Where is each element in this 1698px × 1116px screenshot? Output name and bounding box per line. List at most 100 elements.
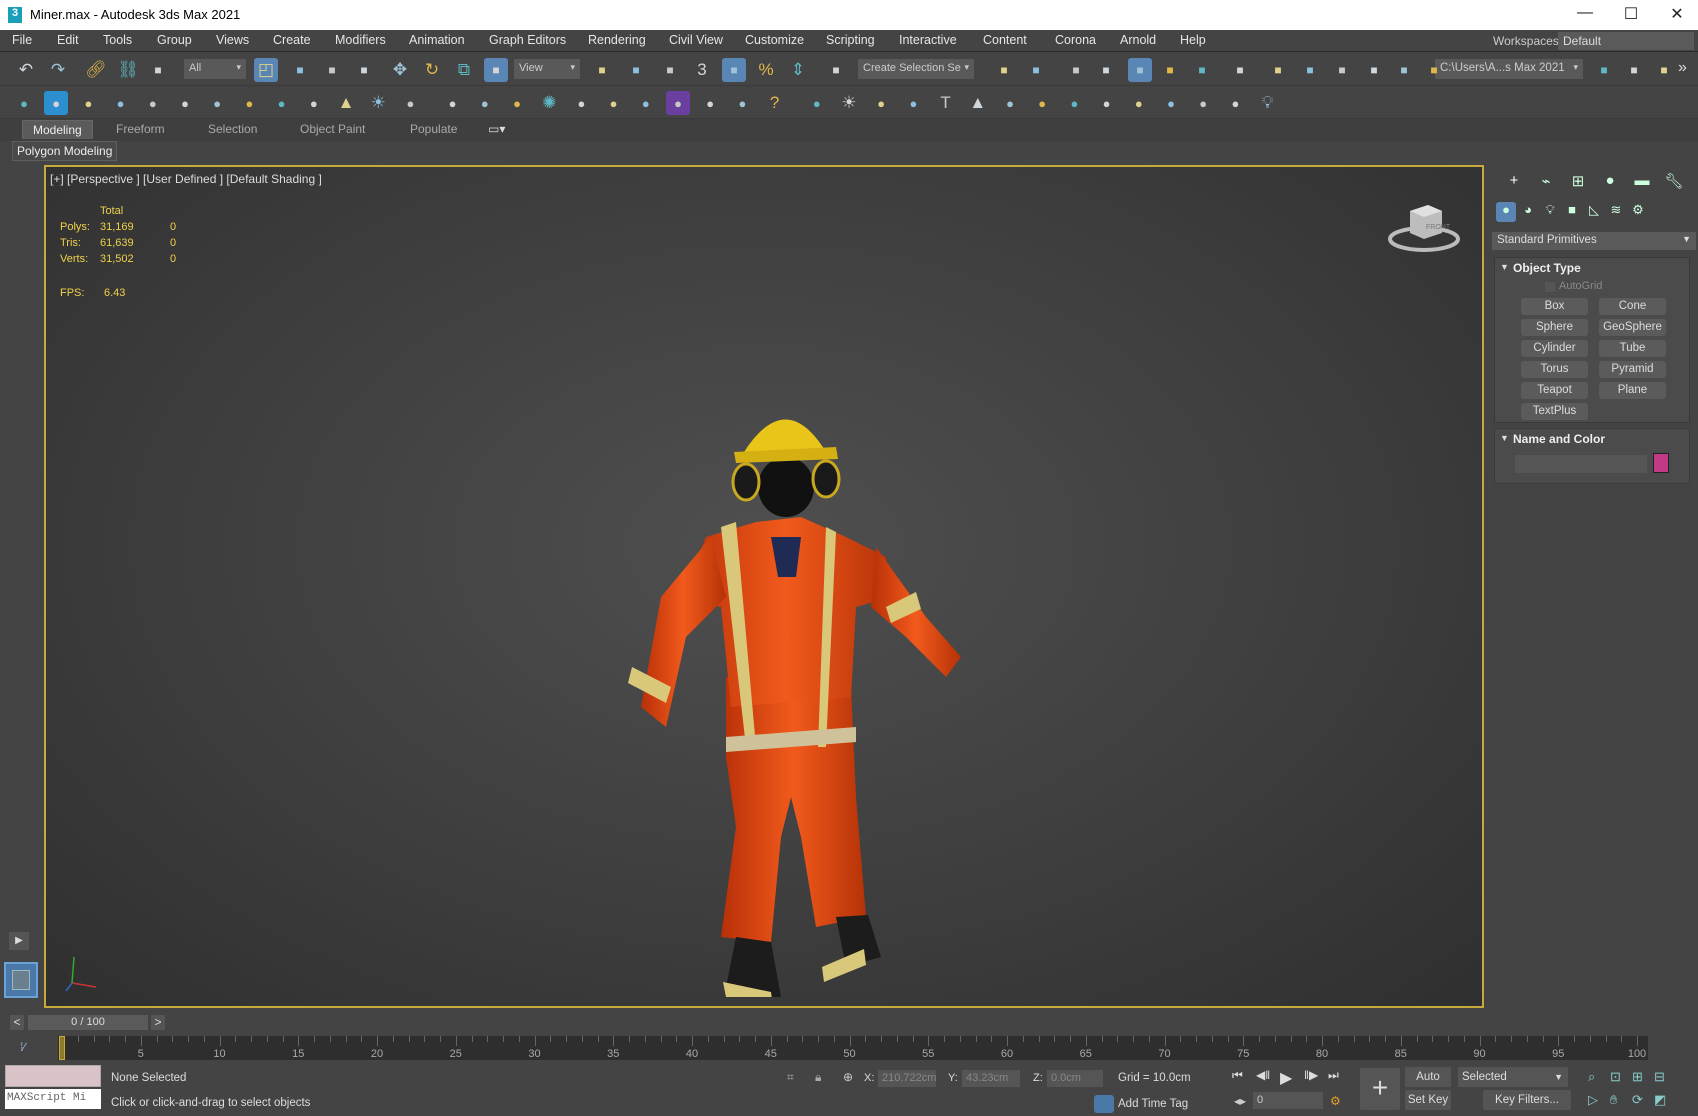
- ribbon-panel-polygon-modeling[interactable]: Polygon Modeling: [12, 141, 118, 161]
- menu-graph-editors[interactable]: Graph Editors: [489, 33, 566, 47]
- y-coordinate-field[interactable]: 43.23cm: [962, 1070, 1020, 1087]
- snaps-toggle-icon[interactable]: 3: [690, 58, 714, 82]
- time-slider-thumb[interactable]: 0 / 100: [28, 1015, 148, 1030]
- ribbon-toggle-icon[interactable]: ■: [1128, 58, 1152, 82]
- perspective-viewport[interactable]: [+] [Perspective ] [User Defined ] [Defa…: [44, 165, 1484, 1008]
- menu-arnold[interactable]: Arnold: [1120, 33, 1156, 47]
- menu-customize[interactable]: Customize: [745, 33, 804, 47]
- camera-icon[interactable]: ●: [869, 91, 893, 115]
- text-icon[interactable]: T: [934, 91, 958, 115]
- curve-editor-icon[interactable]: ■: [1158, 58, 1182, 82]
- scatter-icon[interactable]: ●: [441, 91, 465, 115]
- selection-lock-icon[interactable]: 🔒︎: [815, 1070, 821, 1085]
- tab-populate[interactable]: Populate: [410, 122, 457, 136]
- key-mode-dropdown[interactable]: Selected ▼: [1458, 1067, 1568, 1087]
- help-icon[interactable]: ?: [763, 91, 787, 115]
- create-torus-button[interactable]: Torus: [1521, 361, 1588, 378]
- zoom-icon[interactable]: ⌕: [1588, 1069, 1595, 1085]
- current-frame-field[interactable]: 0: [1253, 1092, 1323, 1109]
- ribbon-options-button[interactable]: ▭▾: [488, 122, 505, 136]
- time-tag-icon[interactable]: [1094, 1095, 1114, 1113]
- dome-icon[interactable]: ●: [270, 91, 294, 115]
- frame-icon[interactable]: ●: [1127, 91, 1151, 115]
- lamp-icon[interactable]: ●: [998, 91, 1022, 115]
- manipulate-icon[interactable]: ■: [658, 58, 682, 82]
- lights-icon[interactable]: 💡︎: [1540, 202, 1560, 222]
- set-key-button[interactable]: Set Key: [1405, 1090, 1451, 1110]
- render-icon[interactable]: ●: [1062, 91, 1086, 115]
- tab-modeling[interactable]: Modeling: [22, 120, 93, 139]
- move-icon[interactable]: ✥: [388, 58, 412, 82]
- rendered-frame-window-icon[interactable]: ■: [1298, 58, 1322, 82]
- tab-selection[interactable]: Selection: [208, 122, 257, 136]
- bind-spacewarp-icon[interactable]: ■: [146, 58, 170, 82]
- sphere-icon[interactable]: ●: [237, 91, 261, 115]
- create-pyramid-button[interactable]: Pyramid: [1599, 361, 1666, 378]
- shapes-icon[interactable]: ◕: [1518, 202, 1538, 222]
- maximize-viewport-icon[interactable]: ◩: [1654, 1092, 1666, 1108]
- menu-rendering[interactable]: Rendering: [588, 33, 646, 47]
- time-config-icon[interactable]: ⚙: [1330, 1094, 1341, 1108]
- mirror-tool-icon[interactable]: ■: [992, 58, 1016, 82]
- menu-corona[interactable]: Corona: [1055, 33, 1096, 47]
- maxscript-listener-output[interactable]: [5, 1065, 101, 1087]
- material-sphere-icon[interactable]: ●: [602, 91, 626, 115]
- schematic-view-icon[interactable]: ■: [1190, 58, 1214, 82]
- playback-go-to-end-icon[interactable]: ⏭: [1328, 1068, 1339, 1083]
- palette-icon[interactable]: ●: [666, 91, 690, 115]
- atoms-icon[interactable]: ●: [473, 91, 497, 115]
- spinner-snap-icon[interactable]: ⇕: [786, 58, 810, 82]
- tree-icon[interactable]: ●: [901, 91, 925, 115]
- scene-explorer-icon[interactable]: ■: [1064, 58, 1088, 82]
- link-icon[interactable]: 🔗︎: [84, 58, 108, 82]
- zoom-all-icon[interactable]: ⊡: [1610, 1069, 1621, 1085]
- menu-civil-view[interactable]: Civil View: [669, 33, 723, 47]
- arnold-light-icon[interactable]: ●: [805, 91, 829, 115]
- collapse-arrow-icon[interactable]: ▼: [1500, 433, 1509, 443]
- collapse-arrow-icon[interactable]: ▼: [1500, 262, 1509, 272]
- absolute-mode-icon[interactable]: ⊕: [843, 1070, 853, 1084]
- window-icon[interactable]: ●: [1191, 91, 1215, 115]
- menu-help[interactable]: Help: [1180, 33, 1206, 47]
- menu-interactive[interactable]: Interactive: [899, 33, 957, 47]
- corona-vfb-icon[interactable]: ●: [76, 91, 100, 115]
- pan-icon[interactable]: ✋︎: [1610, 1092, 1617, 1108]
- z-coordinate-field[interactable]: 0.0cm: [1047, 1070, 1103, 1087]
- auto-key-button[interactable]: Auto Key: [1405, 1067, 1451, 1103]
- redo-icon[interactable]: ↷: [46, 58, 70, 82]
- menu-create[interactable]: Create: [273, 33, 311, 47]
- corona-camera-icon[interactable]: ●: [141, 91, 165, 115]
- material-editor-icon[interactable]: ■: [1228, 58, 1252, 82]
- align-icon[interactable]: ■: [1024, 58, 1048, 82]
- zoom-extents-all-icon[interactable]: ⊟: [1654, 1069, 1665, 1085]
- render-grid-icon[interactable]: ■: [1422, 58, 1446, 82]
- zoom-extents-icon[interactable]: ⊞: [1632, 1069, 1643, 1085]
- named-selection-dropdown[interactable]: Create Selection Se: [858, 59, 974, 79]
- undo-icon[interactable]: ↶: [14, 58, 38, 82]
- motion-tab[interactable]: ●: [1598, 172, 1622, 192]
- prev-frame-button[interactable]: <: [10, 1015, 24, 1030]
- gear-icon[interactable]: ✺: [537, 91, 561, 115]
- object-category-dropdown[interactable]: Standard Primitives ▼: [1492, 232, 1696, 250]
- maximize-button[interactable]: ☐: [1616, 4, 1646, 26]
- render-setup-icon[interactable]: ■: [1266, 58, 1290, 82]
- sun-icon[interactable]: ☀: [366, 91, 390, 115]
- cameras-icon[interactable]: ■: [1562, 202, 1582, 222]
- isolate-selection-icon[interactable]: ⌗: [787, 1070, 794, 1085]
- bowl-icon[interactable]: ●: [302, 91, 326, 115]
- viewcube[interactable]: FRONT: [1386, 197, 1466, 257]
- sun-light-icon[interactable]: ☀: [837, 91, 861, 115]
- multimap-icon[interactable]: ●: [634, 91, 658, 115]
- create-cylinder-button[interactable]: Cylinder: [1521, 340, 1588, 357]
- create-sphere-button[interactable]: Sphere: [1521, 319, 1588, 336]
- project-folder-icon[interactable]: ■: [1652, 58, 1676, 82]
- menu-group[interactable]: Group: [157, 33, 192, 47]
- create-tube-button[interactable]: Tube: [1599, 340, 1666, 357]
- select-object-icon[interactable]: ◰: [254, 58, 278, 82]
- converter-icon[interactable]: ●: [730, 91, 754, 115]
- playback-play-icon[interactable]: ▶: [1280, 1068, 1292, 1088]
- playback-go-to-start-icon[interactable]: ⏮: [1232, 1068, 1243, 1083]
- grass-icon[interactable]: ●: [569, 91, 593, 115]
- unlink-icon[interactable]: ⛓: [116, 58, 140, 82]
- render-iterative-icon[interactable]: ■: [1392, 58, 1416, 82]
